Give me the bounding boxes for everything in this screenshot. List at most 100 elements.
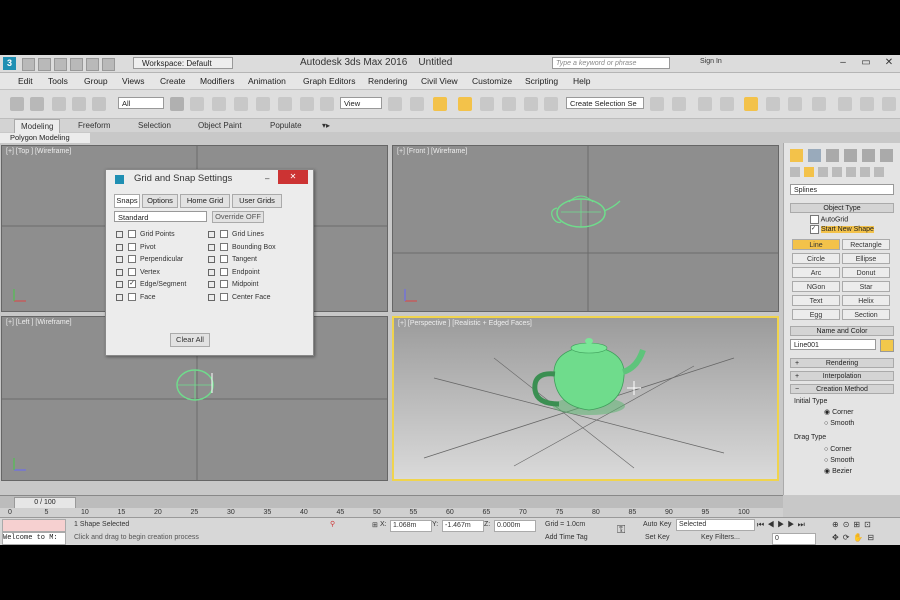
render-icon[interactable] — [882, 97, 896, 111]
snap-checkbox[interactable] — [128, 292, 136, 301]
scale-icon[interactable] — [300, 97, 314, 111]
abs-mode-icon[interactable]: ⊞ — [372, 521, 378, 529]
snap-checkbox[interactable] — [220, 242, 228, 251]
geometry-icon[interactable] — [790, 167, 800, 177]
grid-snap-dialog[interactable]: Grid and Snap Settings – ✕ Snaps Options… — [105, 169, 314, 356]
spinner-snap-icon[interactable] — [524, 97, 538, 111]
shapes-icon[interactable] — [804, 167, 814, 177]
redo-icon[interactable] — [86, 58, 99, 71]
snaps-toggle-icon[interactable] — [458, 97, 472, 111]
select-by-name-icon[interactable] — [190, 97, 204, 111]
snap-checkbox[interactable]: ✓ — [128, 280, 136, 288]
menu-help[interactable]: Help — [573, 76, 590, 86]
scene-explorer-icon[interactable] — [698, 97, 712, 111]
shape-button-helix[interactable]: Helix — [842, 295, 890, 306]
tab-populate[interactable]: Populate — [270, 121, 302, 130]
menu-views[interactable]: Views — [122, 76, 145, 86]
radio-corner[interactable]: ◉ Corner — [824, 408, 853, 417]
clear-all-button[interactable]: Clear All — [170, 333, 210, 347]
current-frame-field[interactable]: 0 — [772, 533, 816, 545]
tab-selection[interactable]: Selection — [138, 121, 171, 130]
shape-button-section[interactable]: Section — [842, 309, 890, 320]
rotate-icon[interactable] — [278, 97, 292, 111]
key-icon[interactable]: ⚿ — [617, 524, 625, 537]
minimize-icon[interactable]: – — [265, 170, 269, 188]
rendered-frame-icon[interactable] — [860, 97, 874, 111]
shape-button-donut[interactable]: Donut — [842, 267, 890, 278]
radio-smooth[interactable]: ○ Smooth — [824, 419, 854, 428]
named-selection-dropdown[interactable]: Create Selection Se — [566, 97, 644, 109]
workspace-dropdown[interactable]: Workspace: Default — [133, 57, 233, 69]
snap-checkbox[interactable] — [128, 230, 136, 238]
snap-checkbox[interactable] — [220, 267, 228, 276]
object-name-input[interactable]: Line001 — [790, 339, 876, 350]
window-crossing-icon[interactable] — [234, 97, 248, 111]
key-selection-dropdown[interactable]: Selected — [676, 519, 755, 531]
tab-options[interactable]: Options — [142, 194, 178, 208]
graphite-toggle-icon[interactable] — [744, 97, 758, 111]
ribbon-subpanel[interactable]: Polygon Modeling — [0, 133, 90, 143]
material-editor-icon[interactable] — [812, 97, 826, 111]
tab-modeling[interactable]: Modeling — [14, 119, 61, 133]
shape-button-circle[interactable]: Circle — [792, 253, 840, 264]
playback-controls[interactable]: ⏮◀▶▶⏭ — [757, 520, 808, 530]
z-coord-field[interactable]: 0.000m — [494, 520, 536, 532]
object-color-swatch[interactable] — [880, 339, 894, 352]
open-icon[interactable] — [38, 58, 51, 71]
x-coord-field[interactable]: 1.068m — [390, 520, 432, 532]
align-icon[interactable] — [672, 97, 686, 111]
project-folder-icon[interactable] — [102, 58, 115, 71]
radio-bezier[interactable]: ◉ Bezier — [824, 467, 852, 476]
angle-snap-icon[interactable] — [480, 97, 494, 111]
tab-home-grid[interactable]: Home Grid — [180, 194, 230, 208]
viewport-nav-controls-2[interactable]: ✥⟳✋⊟ — [832, 533, 878, 542]
menu-graph-editors[interactable]: Graph Editors — [303, 76, 355, 86]
maximize-icon[interactable]: ▭ — [855, 56, 877, 70]
snap-checkbox[interactable] — [220, 230, 228, 238]
pivot-center-icon[interactable] — [388, 97, 402, 111]
snap-checkbox[interactable] — [220, 280, 228, 288]
snap-type-dropdown[interactable]: Standard — [114, 211, 207, 222]
menu-edit[interactable]: Edit — [18, 76, 33, 86]
search-input[interactable]: Type a keyword or phrase — [552, 57, 670, 69]
menu-modifiers[interactable]: Modifiers — [200, 76, 234, 86]
snap-checkbox[interactable] — [128, 267, 136, 276]
menu-rendering[interactable]: Rendering — [368, 76, 407, 86]
shape-button-text[interactable]: Text — [792, 295, 840, 306]
menu-civil-view[interactable]: Civil View — [421, 76, 458, 86]
menu-tools[interactable]: Tools — [48, 76, 68, 86]
radio-corner[interactable]: ○ Corner — [824, 445, 852, 454]
autogrid-checkbox[interactable]: AutoGrid — [810, 215, 848, 224]
helpers-icon[interactable] — [846, 167, 856, 177]
reference-coord-dropdown[interactable]: View — [340, 97, 382, 109]
link-icon[interactable] — [52, 97, 66, 111]
selection-filter-dropdown[interactable]: All — [118, 97, 164, 109]
viewport-nav-controls[interactable]: ⊕⊙⊞⊡ — [832, 520, 875, 529]
tab-object-paint[interactable]: Object Paint — [198, 121, 242, 130]
viewport-perspective[interactable]: [+] [Perspective ] [Realistic + Edged Fa… — [392, 316, 779, 481]
create-tab-icon[interactable] — [790, 149, 803, 162]
shape-button-egg[interactable]: Egg — [792, 309, 840, 320]
y-coord-field[interactable]: -1.467m — [442, 520, 484, 532]
modify-tab-icon[interactable] — [808, 149, 821, 162]
set-key-button[interactable]: Set Key — [645, 534, 670, 541]
lock-icon[interactable]: ⚲ — [330, 520, 335, 528]
move-icon[interactable] — [256, 97, 270, 111]
snap-checkbox[interactable] — [220, 255, 228, 263]
menu-animation[interactable]: Animation — [248, 76, 286, 86]
mirror-icon[interactable] — [650, 97, 664, 111]
edit-named-sets-icon[interactable] — [544, 97, 558, 111]
name-color-rollout[interactable]: Name and Color — [790, 326, 894, 336]
radio-smooth[interactable]: ○ Smooth — [824, 456, 854, 465]
undo-icon[interactable] — [70, 58, 83, 71]
menu-create[interactable]: Create — [160, 76, 186, 86]
minimize-icon[interactable]: – — [832, 56, 854, 70]
snap-checkbox[interactable] — [128, 242, 136, 251]
shape-button-star[interactable]: Star — [842, 281, 890, 292]
redo-tool-icon[interactable] — [30, 97, 44, 111]
dialog-title-bar[interactable]: Grid and Snap Settings – ✕ — [106, 170, 313, 188]
unlink-icon[interactable] — [72, 97, 86, 111]
snap-checkbox[interactable] — [220, 292, 228, 301]
creation-method-rollout[interactable]: − Creation Method — [790, 384, 894, 394]
select-manipulate-icon[interactable] — [410, 97, 424, 111]
